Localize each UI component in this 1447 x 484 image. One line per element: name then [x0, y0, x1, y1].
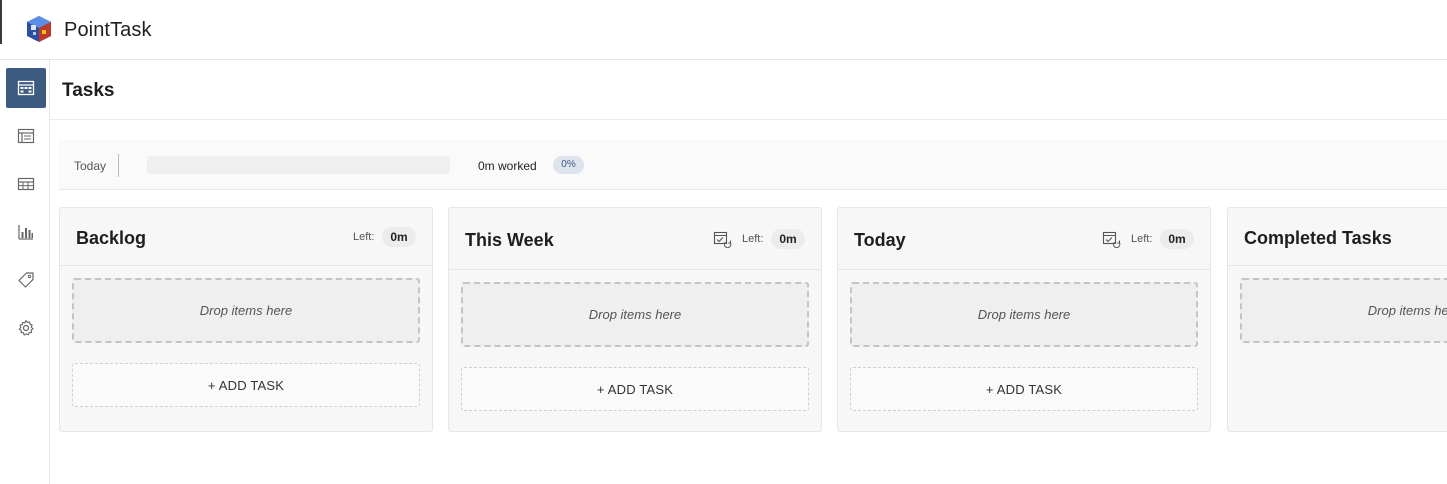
window-edge — [0, 0, 2, 44]
drop-zone[interactable]: Drop items here — [72, 278, 420, 343]
column-header: Completed Tasks — [1228, 208, 1447, 266]
sidebar-item-reports[interactable] — [6, 212, 46, 252]
today-divider — [118, 154, 119, 177]
column-title: Completed Tasks — [1244, 228, 1392, 248]
worked-percent-badge: 0% — [553, 156, 584, 174]
top-bar: PointTask — [0, 0, 1447, 60]
time-left-badge: 0m — [382, 227, 416, 247]
sidebar-item-table[interactable] — [6, 164, 46, 204]
add-task-button[interactable]: + ADD TASK — [461, 367, 809, 411]
sidebar-item-list[interactable] — [6, 116, 46, 156]
drop-zone[interactable]: Drop items here — [850, 282, 1198, 347]
list-icon — [17, 128, 35, 144]
add-task-button[interactable]: + ADD TASK — [850, 367, 1198, 411]
column-title: Backlog — [76, 228, 147, 248]
column-header: Today Left: 0m — [838, 208, 1210, 270]
time-left-label: Left: — [353, 231, 375, 243]
time-left-label: Left: — [742, 233, 764, 245]
calendar-sync-icon[interactable] — [713, 230, 733, 248]
calendar-sync-icon[interactable] — [1102, 230, 1122, 248]
drop-zone[interactable]: Drop items here — [1240, 278, 1447, 343]
chart-icon — [18, 225, 33, 240]
drop-zone[interactable]: Drop items here — [461, 282, 809, 347]
today-progress-bar: Today 0m worked 0% — [58, 140, 1447, 190]
page-header: Tasks — [50, 60, 1447, 120]
worked-time: 0m worked — [478, 159, 537, 173]
time-left-badge: 0m — [771, 229, 805, 249]
sidebar — [0, 60, 50, 484]
gear-icon — [18, 319, 34, 336]
column-header: This Week Left: 0m — [449, 208, 821, 270]
app-window: PointTask Tasks Today 0m worked 0% Backl… — [0, 0, 1447, 484]
column-today: Today Left: 0m Drop items here + ADD TAS… — [837, 207, 1211, 432]
column-title: Today — [854, 230, 906, 250]
time-left-badge: 0m — [1160, 229, 1194, 249]
work-progress-track — [147, 156, 450, 174]
board-icon — [17, 80, 35, 96]
column-backlog: Backlog Left: 0m Drop items here + ADD T… — [59, 207, 433, 432]
tag-icon — [18, 272, 34, 288]
column-completed-tasks: Completed Tasks Drop items here — [1227, 207, 1447, 432]
app-title: PointTask — [64, 19, 152, 41]
table-icon — [17, 177, 35, 191]
column-title: This Week — [465, 230, 554, 250]
main-content: Tasks Today 0m worked 0% Backlog Left: 0… — [50, 60, 1447, 484]
add-task-button[interactable]: + ADD TASK — [72, 363, 420, 407]
today-label: Today — [74, 159, 107, 173]
sidebar-item-settings[interactable] — [6, 308, 46, 348]
page-title: Tasks — [62, 80, 115, 101]
sidebar-item-tags[interactable] — [6, 260, 46, 300]
sidebar-item-board[interactable] — [6, 68, 46, 108]
time-left-label: Left: — [1131, 233, 1153, 245]
column-this-week: This Week Left: 0m Drop items here + ADD… — [448, 207, 822, 432]
app-logo-icon — [27, 16, 51, 42]
column-header: Backlog Left: 0m — [60, 208, 432, 266]
